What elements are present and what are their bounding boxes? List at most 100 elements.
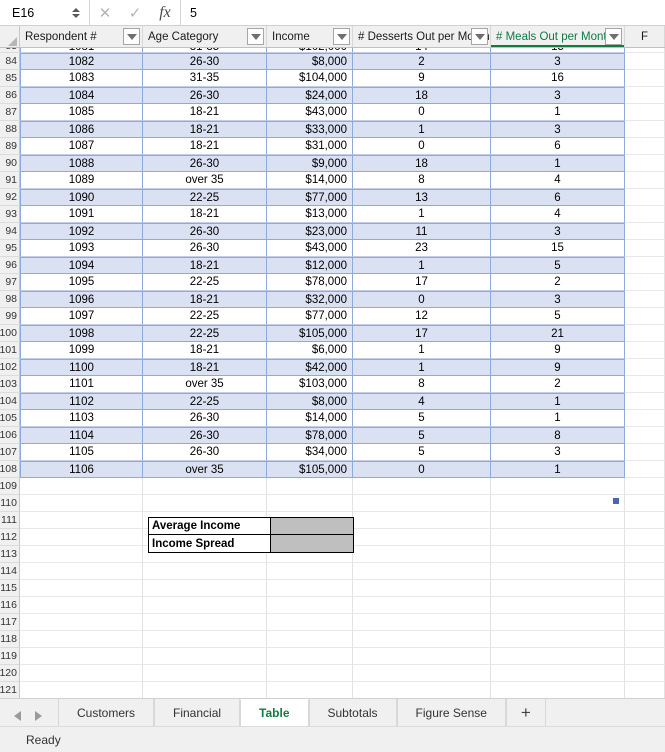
grid-cell[interactable] <box>625 665 665 682</box>
table-row[interactable]: 109 <box>0 478 665 495</box>
grid-cell[interactable]: 1083 <box>20 70 143 87</box>
grid-cell[interactable]: 3 <box>491 291 625 308</box>
grid-cell[interactable] <box>267 495 353 512</box>
table-row[interactable]: 95 1093 26-30 $43,000 23 15 <box>0 240 665 257</box>
grid-cell[interactable] <box>625 393 665 410</box>
grid-cell[interactable]: 1100 <box>20 359 143 376</box>
row-header[interactable]: 108 <box>0 461 20 478</box>
row-header[interactable]: 92 <box>0 189 20 206</box>
grid-cell[interactable] <box>143 478 267 495</box>
grid-cell[interactable] <box>625 546 665 563</box>
table-row[interactable]: 86 1084 26-30 $24,000 18 3 <box>0 87 665 104</box>
table-row[interactable]: 91 1089 over 35 $14,000 8 4 <box>0 172 665 189</box>
grid-cell[interactable]: 18-21 <box>143 138 267 155</box>
arrow-right-icon[interactable] <box>35 711 42 721</box>
grid-cell[interactable] <box>625 495 665 512</box>
grid-cell[interactable] <box>353 512 491 529</box>
insert-function-icon[interactable]: fx <box>150 0 180 25</box>
grid-cell[interactable] <box>143 495 267 512</box>
row-header[interactable]: 111 <box>0 512 20 529</box>
grid-cell[interactable]: 3 <box>491 444 625 461</box>
table-row[interactable]: 99 1097 22-25 $77,000 12 5 <box>0 308 665 325</box>
grid-cell[interactable] <box>625 121 665 138</box>
grid-cell[interactable]: over 35 <box>143 461 267 478</box>
row-header[interactable]: 84 <box>0 53 20 70</box>
row-header[interactable]: 93 <box>0 206 20 223</box>
row-header[interactable]: 85 <box>0 70 20 87</box>
grid-cell[interactable] <box>625 597 665 614</box>
grid-cell[interactable]: 1089 <box>20 172 143 189</box>
grid-cell[interactable] <box>625 529 665 546</box>
grid-cell[interactable]: 16 <box>491 70 625 87</box>
table-row[interactable]: 96 1094 18-21 $12,000 1 5 <box>0 257 665 274</box>
grid-cell[interactable] <box>491 495 625 512</box>
grid-cell[interactable]: 22-25 <box>143 308 267 325</box>
table-row[interactable]: 89 1087 18-21 $31,000 0 6 <box>0 138 665 155</box>
grid-cell[interactable] <box>143 614 267 631</box>
grid-cell[interactable] <box>143 665 267 682</box>
row-header[interactable]: 102 <box>0 359 20 376</box>
grid-cell[interactable] <box>353 665 491 682</box>
grid-cell[interactable]: 2 <box>491 376 625 393</box>
row-header[interactable]: 115 <box>0 580 20 597</box>
grid-cell[interactable]: $43,000 <box>267 240 353 257</box>
table-row[interactable]: 97 1095 22-25 $78,000 17 2 <box>0 274 665 291</box>
grid-cell[interactable]: 0 <box>353 291 491 308</box>
grid-cell[interactable] <box>353 563 491 580</box>
grid-cell[interactable] <box>353 478 491 495</box>
row-header[interactable]: 112 <box>0 529 20 546</box>
grid-cell[interactable]: 8 <box>353 172 491 189</box>
table-row[interactable]: 121 <box>0 682 665 698</box>
summary-value-cell[interactable] <box>271 518 353 534</box>
add-sheet-button[interactable]: + <box>505 699 545 726</box>
grid-cell[interactable]: $43,000 <box>267 104 353 121</box>
grid-cell[interactable]: 1099 <box>20 342 143 359</box>
row-header[interactable]: 116 <box>0 597 20 614</box>
grid-cell[interactable] <box>491 665 625 682</box>
column-header-age-category[interactable]: Age Category <box>143 26 267 47</box>
grid-cell[interactable] <box>267 563 353 580</box>
grid-cell[interactable] <box>20 614 143 631</box>
grid-cell[interactable] <box>625 291 665 308</box>
grid-cell[interactable]: 1093 <box>20 240 143 257</box>
grid-cell[interactable] <box>625 359 665 376</box>
grid-cell[interactable]: 4 <box>491 172 625 189</box>
table-row[interactable]: 103 1101 over 35 $103,000 8 2 <box>0 376 665 393</box>
row-header[interactable]: 114 <box>0 563 20 580</box>
grid-cell[interactable]: 1098 <box>20 325 143 342</box>
grid-cell[interactable]: $104,000 <box>267 70 353 87</box>
table-row[interactable]: 100 1098 22-25 $105,000 17 21 <box>0 325 665 342</box>
grid-cell[interactable]: $8,000 <box>267 53 353 70</box>
grid-cell[interactable] <box>353 546 491 563</box>
row-header[interactable]: 119 <box>0 648 20 665</box>
grid-cell[interactable]: 1096 <box>20 291 143 308</box>
table-row[interactable]: 98 1096 18-21 $32,000 0 3 <box>0 291 665 308</box>
grid-cell[interactable]: 12 <box>353 308 491 325</box>
grid-cell[interactable]: $78,000 <box>267 274 353 291</box>
grid-cell[interactable]: 0 <box>353 138 491 155</box>
grid-cell[interactable]: 3 <box>491 121 625 138</box>
grid-cell[interactable]: 18-21 <box>143 206 267 223</box>
grid-cell[interactable]: 1090 <box>20 189 143 206</box>
row-header[interactable]: 99 <box>0 308 20 325</box>
grid-cell[interactable]: $78,000 <box>267 427 353 444</box>
sheet-tab-customers[interactable]: Customers <box>58 699 155 726</box>
grid-cell[interactable]: 21 <box>491 325 625 342</box>
row-header[interactable]: 87 <box>0 104 20 121</box>
grid-cell[interactable] <box>353 529 491 546</box>
grid-cell[interactable]: 26-30 <box>143 427 267 444</box>
grid-cell[interactable]: 5 <box>491 257 625 274</box>
grid-cell[interactable]: 18-21 <box>143 257 267 274</box>
table-row[interactable]: 108 1106 over 35 $105,000 0 1 <box>0 461 665 478</box>
grid-cell[interactable] <box>625 240 665 257</box>
table-row[interactable]: 88 1086 18-21 $33,000 1 3 <box>0 121 665 138</box>
row-header[interactable]: 94 <box>0 223 20 240</box>
grid-cell[interactable]: 18-21 <box>143 121 267 138</box>
row-header[interactable]: 118 <box>0 631 20 648</box>
table-row[interactable]: 105 1103 26-30 $14,000 5 1 <box>0 410 665 427</box>
grid-cell[interactable]: $34,000 <box>267 444 353 461</box>
table-row[interactable]: 117 <box>0 614 665 631</box>
grid-cell[interactable] <box>491 682 625 698</box>
grid-cell[interactable] <box>491 546 625 563</box>
grid-cell[interactable] <box>20 597 143 614</box>
